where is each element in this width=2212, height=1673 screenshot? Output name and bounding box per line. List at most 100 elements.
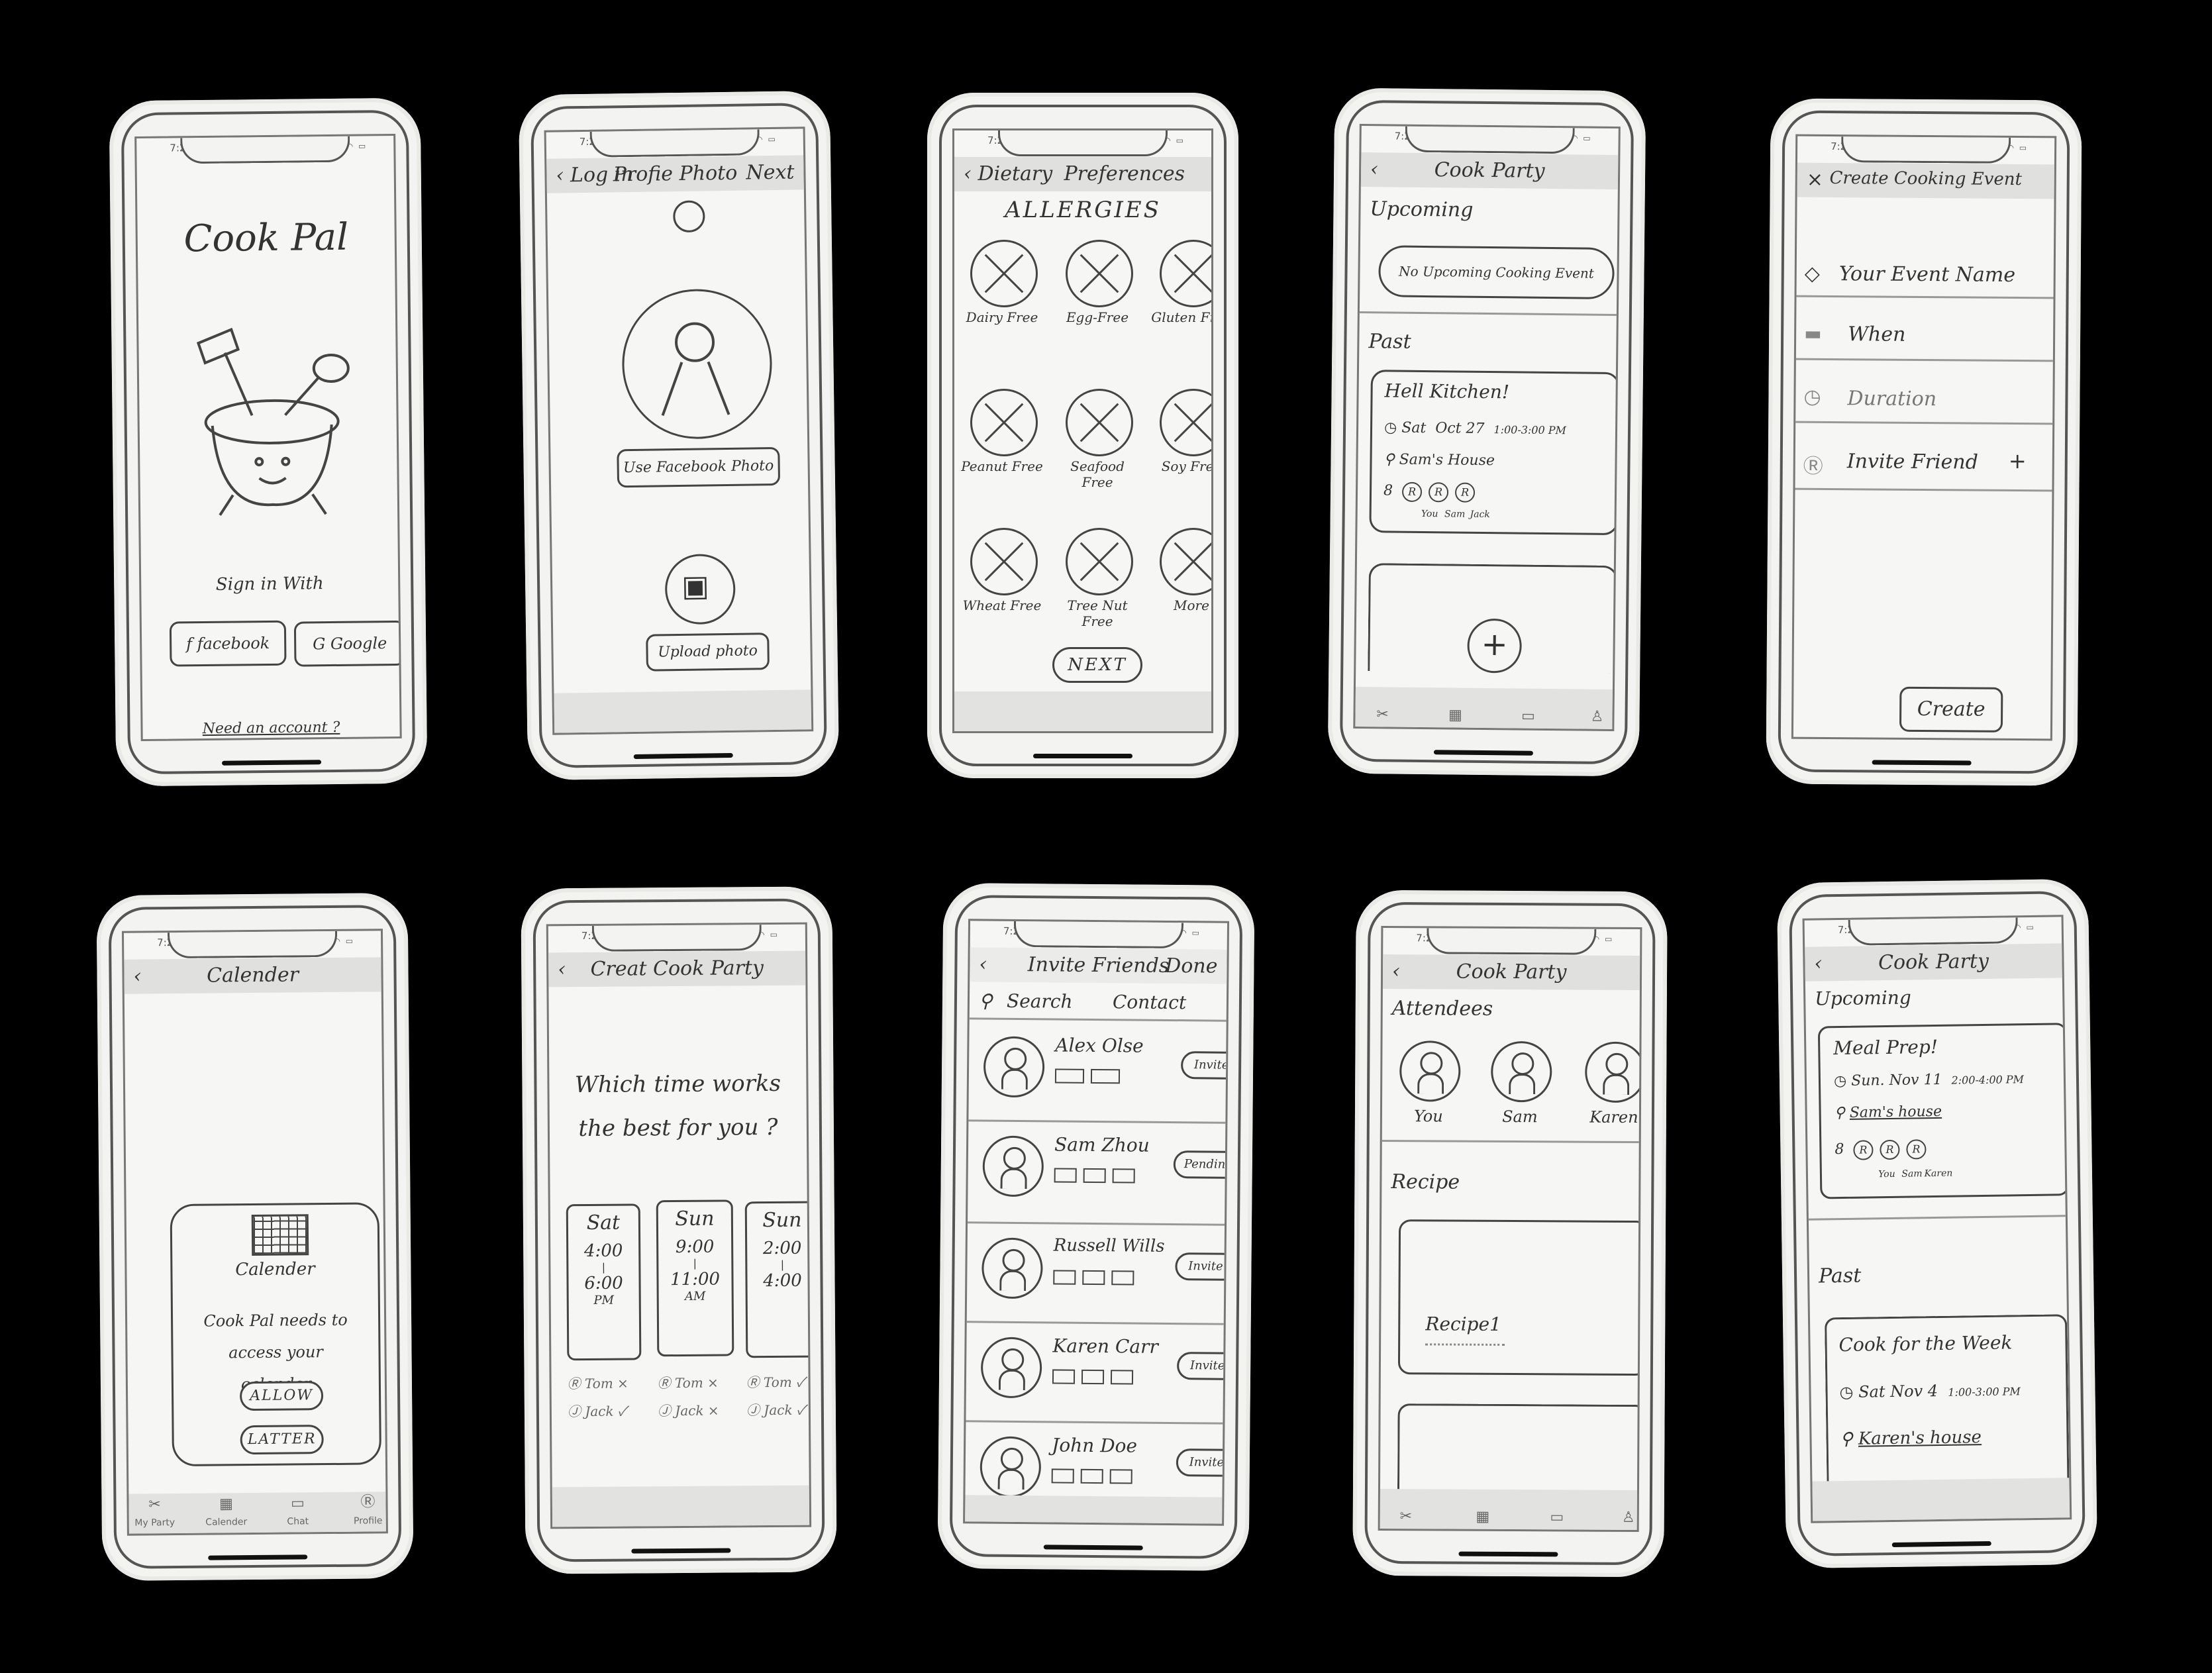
pin-icon: ⚲	[1840, 1429, 1859, 1450]
camera-button[interactable]: ▣	[664, 553, 736, 625]
attendees-label: Attendees	[1391, 997, 1493, 1021]
screen: 7:23 ▪▪▪ ◠ ▭ ‹ Calender Calender Cook Pa…	[121, 929, 388, 1536]
tab-chat[interactable]: ▭ Chat	[274, 1495, 321, 1529]
cross-circle-icon	[1066, 528, 1133, 595]
invite-friend-field[interactable]: Invite Friend	[1847, 450, 1978, 474]
utensils-icon: ✂	[148, 1496, 161, 1513]
use-facebook-photo-button[interactable]: Use Facebook Photo	[617, 446, 781, 488]
home-indicator	[1872, 760, 1972, 766]
tab-chat[interactable]: ▭	[1505, 707, 1551, 725]
next-button[interactable]: Next	[746, 161, 794, 185]
time-slot-card[interactable]: Sun 9:00 | 11:00 AM	[656, 1199, 734, 1357]
avatar-icon: R	[1853, 1140, 1874, 1160]
vote-entry: Ⓡ Tom ×	[567, 1369, 646, 1397]
recipe-label: Recipe	[1391, 1170, 1460, 1194]
tab-profile[interactable]: Ⓡ Profile	[344, 1490, 388, 1528]
duration-field[interactable]: Duration	[1847, 387, 1936, 411]
utensils-icon: ✂	[1399, 1508, 1413, 1525]
avatar	[1585, 1041, 1642, 1103]
tab-profile[interactable]: ♙	[1574, 708, 1620, 725]
screen: 7:23 ▪▪▪ ◠ ▭ ‹ Creat Cook Party Which ti…	[546, 922, 812, 1529]
tab-calender[interactable]: ▦	[1460, 1509, 1506, 1525]
plus-icon: +	[1481, 625, 1509, 664]
invite-button[interactable]: Invite	[1175, 1252, 1230, 1281]
tab-label: My Party	[134, 1517, 176, 1529]
invite-button[interactable]: Invite	[1176, 1352, 1230, 1380]
pending-button[interactable]: Pending	[1173, 1150, 1230, 1179]
need-account-link[interactable]: Need an account ?	[142, 719, 399, 738]
create-button[interactable]: Create	[1899, 686, 2003, 733]
avatar	[1491, 1040, 1552, 1103]
search-bar[interactable]: ⚲ Search Contact	[969, 984, 1227, 1022]
tab-my-party[interactable]: ✂	[1359, 706, 1405, 723]
facebook-button[interactable]: f facebook	[169, 620, 287, 667]
done-button[interactable]: Done	[1165, 954, 1218, 978]
slot-dash: |	[693, 1256, 697, 1270]
search-icon: ⚲	[978, 989, 993, 1012]
notch	[1013, 921, 1184, 949]
recipe-subtitle-placeholder	[1425, 1343, 1505, 1346]
vote-text: Jack ×	[675, 1402, 719, 1419]
past-event-card[interactable]: Cook for the Week ◷ Sat Nov 4 1:00-3:00 …	[1824, 1314, 2070, 1492]
upcoming-event-card[interactable]: Meal Prep! ◷ Sun. Nov 11 2:00-4:00 PM ⚲ …	[1817, 1023, 2070, 1199]
past-event-card[interactable]: Hell Kitchen! ◷ Sat Oct 27 1:00-3:00 PM …	[1369, 370, 1620, 536]
avatar-icon: Ⓙ	[657, 1403, 676, 1419]
recipe-name: Recipe1	[1425, 1313, 1501, 1335]
allergy-label: More	[1174, 597, 1209, 613]
next-button[interactable]: NEXT	[1052, 647, 1142, 683]
tab-calender[interactable]: ▦ Calender	[203, 1496, 249, 1529]
facebook-label: facebook	[197, 633, 270, 654]
back-label: Dietary	[978, 162, 1053, 185]
time-slot-card[interactable]: Sat 4:00 | 6:00 PM	[566, 1203, 642, 1361]
calendar-icon	[251, 1214, 309, 1256]
question-line-2: the best for you ?	[578, 1113, 778, 1142]
vote-entry: Ⓡ Tom ×	[657, 1368, 736, 1397]
avatar-icon: R	[1401, 482, 1423, 502]
event-attendees: 8 RRR	[1835, 1139, 1933, 1160]
tab-my-party[interactable]: ✂ My Party	[131, 1496, 177, 1530]
upload-photo-button[interactable]: Upload photo	[646, 633, 770, 672]
search-input[interactable]: Search	[1007, 990, 1073, 1013]
avatar	[980, 1436, 1042, 1498]
google-button[interactable]: G Google	[293, 620, 402, 667]
avatar-icon: R	[1428, 482, 1449, 503]
recipe-card[interactable]: Recipe1	[1397, 1219, 1642, 1376]
event-when: ◷ Sat Oct 27 1:00-3:00 PM	[1384, 419, 1566, 438]
permission-dialog: Calender Cook Pal needs to access your c…	[170, 1202, 382, 1467]
tab-profile[interactable]: ♙	[1605, 1509, 1642, 1526]
back-button[interactable]: ‹ Dietary	[964, 162, 1052, 185]
tab-chat[interactable]: ▭	[1534, 1509, 1580, 1525]
field-row[interactable]: ▬ When	[1795, 298, 2054, 362]
later-button[interactable]: LATTER	[240, 1425, 324, 1455]
add-event-button[interactable]: +	[1467, 618, 1523, 674]
invite-button[interactable]: Invite	[1176, 1448, 1230, 1477]
phone-signin: 7:23 ▪▪▪ ◠ ▭ Cook Pal Sign in With f fac…	[109, 97, 428, 787]
tab-calender[interactable]: ▦	[1432, 707, 1478, 724]
nav-title: Cook Party	[1878, 949, 1989, 975]
when-field[interactable]: When	[1848, 323, 1905, 346]
tab-my-party[interactable]: ✂	[1383, 1508, 1429, 1525]
nav-bar: ‹ Creat Cook Party	[548, 950, 806, 988]
invite-button[interactable]: Invite	[1180, 1051, 1230, 1080]
screen: 7:23 ▪▪▪ ◠ ▭ ‹ Cook Party Upcoming Meal …	[1802, 915, 2072, 1523]
search-scope[interactable]: Contact	[1113, 991, 1186, 1013]
nav-bar: ‹ Cook Party	[1805, 943, 2062, 982]
phone-cook-party-home: 7:23 ▪▪▪ ◠ ▭ ‹ Cook Party Upcoming No Up…	[1327, 87, 1646, 777]
divider	[1382, 1139, 1639, 1144]
event-time: 1:00-3:00 PM	[1948, 1385, 2021, 1399]
screen: 7:23 ▪▪▪ ◠ ▭ ‹ Cook Party Attendees You …	[1378, 925, 1642, 1533]
cross-circle-icon	[1160, 389, 1211, 456]
allow-button[interactable]: ALLOW	[239, 1381, 324, 1411]
avatar-icon: Ⓡ	[746, 1374, 764, 1391]
field-row[interactable]: ◇ Your Event Name	[1796, 242, 2054, 299]
clock-icon: ◷	[1839, 1382, 1859, 1402]
event-name-field[interactable]: Your Event Name	[1839, 262, 2016, 287]
field-row[interactable]: Ⓡ Invite Friend +	[1795, 424, 2053, 492]
friend-details	[1054, 1068, 1127, 1086]
vote-entry: Ⓙ Jack ✓	[568, 1397, 647, 1425]
time-slot-card[interactable]: Sun 2:00 | 4:00	[744, 1201, 812, 1358]
field-row[interactable]: ◷ Duration	[1795, 361, 2053, 425]
plus-icon[interactable]: +	[2009, 448, 2027, 474]
clock-icon: ◷	[1833, 1072, 1852, 1090]
chat-icon: ▭	[1550, 1509, 1564, 1526]
